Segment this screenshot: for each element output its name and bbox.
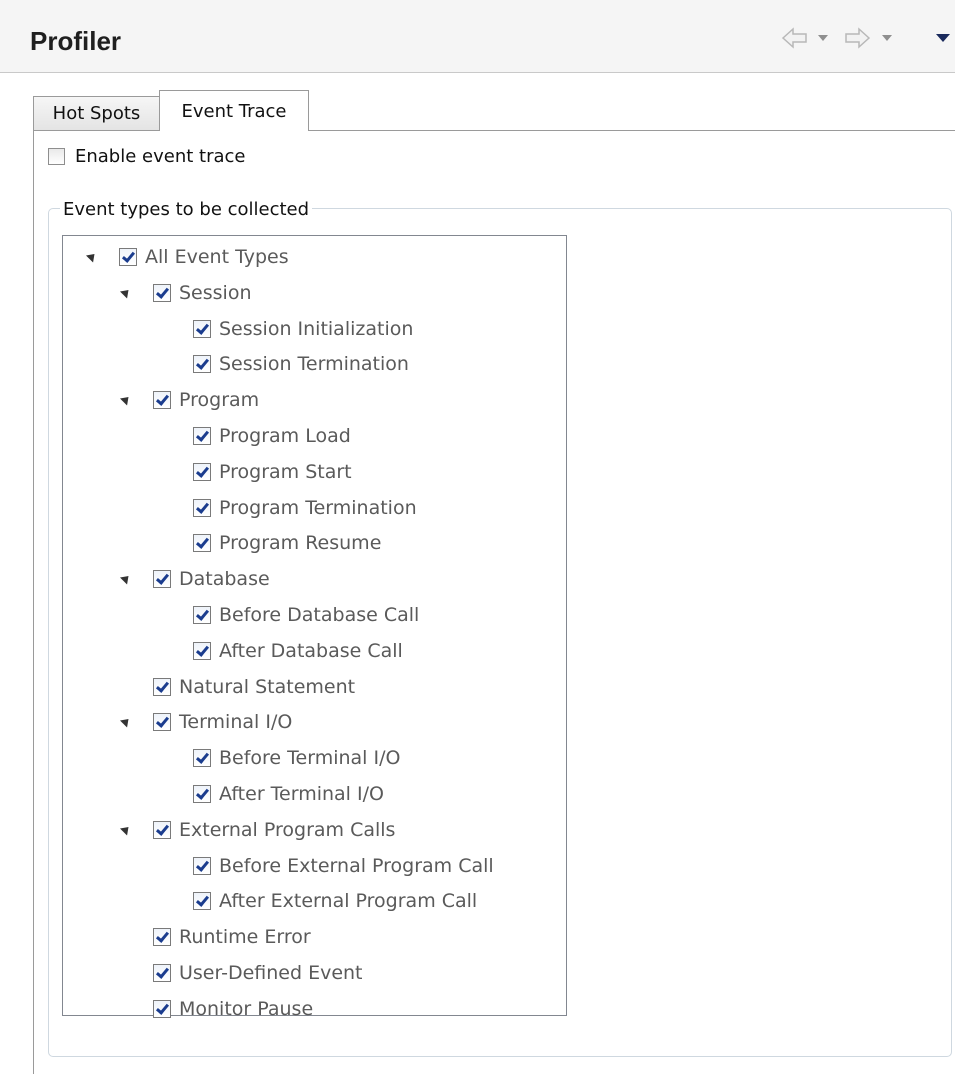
back-arrow-icon[interactable] — [775, 22, 815, 54]
tree-item-checkbox[interactable] — [153, 570, 171, 589]
tree-item-label: Database — [179, 568, 270, 591]
tree-item[interactable]: Program — [119, 385, 260, 415]
tree-item-label: Session — [179, 281, 252, 304]
tree-item[interactable]: Program Termination — [193, 493, 417, 523]
tree-item-label: After External Program Call — [219, 890, 478, 913]
tree-item[interactable]: External Program Calls — [119, 815, 396, 845]
expand-toggle-icon[interactable] — [119, 715, 133, 728]
event-types-group-legend: Event types to be collected — [60, 199, 313, 220]
view-header: Profiler — [0, 0, 955, 73]
tree-item[interactable]: All Event Types — [85, 242, 289, 272]
tree-item-label: After Terminal I/O — [219, 783, 384, 805]
tree-item-label: Session Termination — [219, 353, 409, 376]
tree-item-checkbox[interactable] — [193, 892, 211, 911]
tree-item[interactable]: Program Start — [193, 457, 352, 487]
tree-item[interactable]: Database — [119, 564, 270, 594]
tree-item-label: Program Resume — [219, 532, 382, 555]
tab-label: Hot Spots — [52, 103, 141, 124]
tree-item-checkbox[interactable] — [193, 355, 211, 374]
tree-item-checkbox[interactable] — [193, 498, 211, 517]
tree-item-label: Monitor Pause — [179, 997, 314, 1020]
content-border — [33, 130, 34, 1074]
enable-event-trace-row[interactable]: Enable event trace — [48, 146, 245, 167]
back-history-dropdown-icon[interactable] — [815, 22, 831, 54]
tree-item-checkbox[interactable] — [193, 427, 211, 445]
tree-item-label: Before External Program Call — [219, 854, 494, 877]
enable-event-trace-label: Enable event trace — [75, 146, 246, 167]
tree-item-checkbox[interactable] — [193, 641, 211, 660]
tree-item-label: Program Start — [219, 460, 352, 483]
tree-item[interactable]: Before Terminal I/O — [193, 743, 400, 773]
tree-item-checkbox[interactable] — [119, 248, 137, 266]
tree-item-label: Program — [179, 389, 260, 412]
tree-item-label: Before Database Call — [219, 604, 420, 626]
tab-hot-spots[interactable]: Hot Spots — [33, 96, 160, 130]
tree-item-label: Session Initialization — [219, 317, 414, 340]
tab-label: Event Trace — [181, 100, 287, 122]
tree-item[interactable]: User-Defined Event — [153, 958, 363, 988]
tree-item-label: Terminal I/O — [179, 711, 293, 734]
tree-item[interactable]: Session — [119, 278, 252, 308]
tree-item[interactable]: Program Load — [193, 421, 351, 451]
tree-item[interactable]: Runtime Error — [153, 922, 311, 952]
event-types-tree[interactable]: All Event Types Session Session Initializa… — [62, 235, 567, 1020]
tree-item-checkbox[interactable] — [153, 928, 171, 947]
tree-item-label: Program Load — [219, 425, 351, 447]
tree-item-checkbox[interactable] — [153, 677, 171, 696]
tree-item-checkbox[interactable] — [193, 749, 211, 768]
tree-item-checkbox[interactable] — [153, 283, 171, 302]
tree-item-label: After Database Call — [219, 639, 403, 662]
tree-item-checkbox[interactable] — [193, 534, 211, 553]
tree-item-checkbox[interactable] — [153, 964, 171, 982]
tree-item[interactable]: Program Resume — [193, 528, 381, 558]
tab-bar: Hot Spots Event Trace — [33, 90, 955, 131]
tree-item[interactable]: Monitor Pause — [153, 994, 313, 1024]
tree-item[interactable]: After External Program Call — [193, 886, 477, 916]
view-menu-icon[interactable] — [934, 22, 952, 54]
tree-item[interactable]: Before External Program Call — [193, 851, 494, 881]
tree-item-checkbox[interactable] — [193, 319, 211, 338]
tree-item[interactable]: Session Termination — [193, 349, 409, 379]
expand-toggle-icon[interactable] — [119, 572, 133, 585]
tree-item[interactable]: Natural Statement — [153, 672, 355, 702]
expand-toggle-icon[interactable] — [119, 823, 133, 836]
tree-item[interactable]: After Database Call — [193, 636, 403, 666]
tree-item[interactable]: Session Initialization — [193, 314, 413, 344]
tree-item-label: Natural Statement — [179, 675, 356, 698]
tree-item-label: User-Defined Event — [179, 962, 363, 984]
tree-item[interactable]: Terminal I/O — [119, 707, 293, 737]
expand-toggle-icon[interactable] — [85, 250, 99, 263]
tree-item-label: External Program Calls — [179, 818, 396, 841]
tree-item-label: Program Termination — [219, 496, 417, 519]
tree-item-checkbox[interactable] — [153, 713, 171, 732]
tree-item[interactable]: Before Database Call — [193, 600, 419, 630]
tab-event-trace[interactable]: Event Trace — [159, 90, 309, 131]
tree-item-label: Runtime Error — [179, 926, 311, 949]
tree-item-checkbox[interactable] — [193, 606, 211, 624]
tree-item-checkbox[interactable] — [193, 462, 211, 481]
tree-item-checkbox[interactable] — [153, 999, 171, 1018]
tree-item-checkbox[interactable] — [153, 820, 171, 839]
enable-event-trace-checkbox[interactable] — [48, 148, 65, 165]
expand-toggle-icon[interactable] — [119, 393, 133, 406]
expand-toggle-icon[interactable] — [119, 286, 133, 299]
tree-item-checkbox[interactable] — [193, 785, 211, 803]
tree-item-checkbox[interactable] — [153, 391, 171, 410]
tree-item-label: Before Terminal I/O — [219, 747, 401, 770]
forward-history-dropdown-icon[interactable] — [879, 22, 895, 54]
tree-item[interactable]: After Terminal I/O — [193, 779, 384, 809]
view-title: Profiler — [30, 26, 122, 56]
tree-item-label: All Event Types — [145, 246, 289, 268]
tree-item-checkbox[interactable] — [193, 856, 211, 875]
forward-arrow-icon[interactable] — [837, 22, 877, 54]
